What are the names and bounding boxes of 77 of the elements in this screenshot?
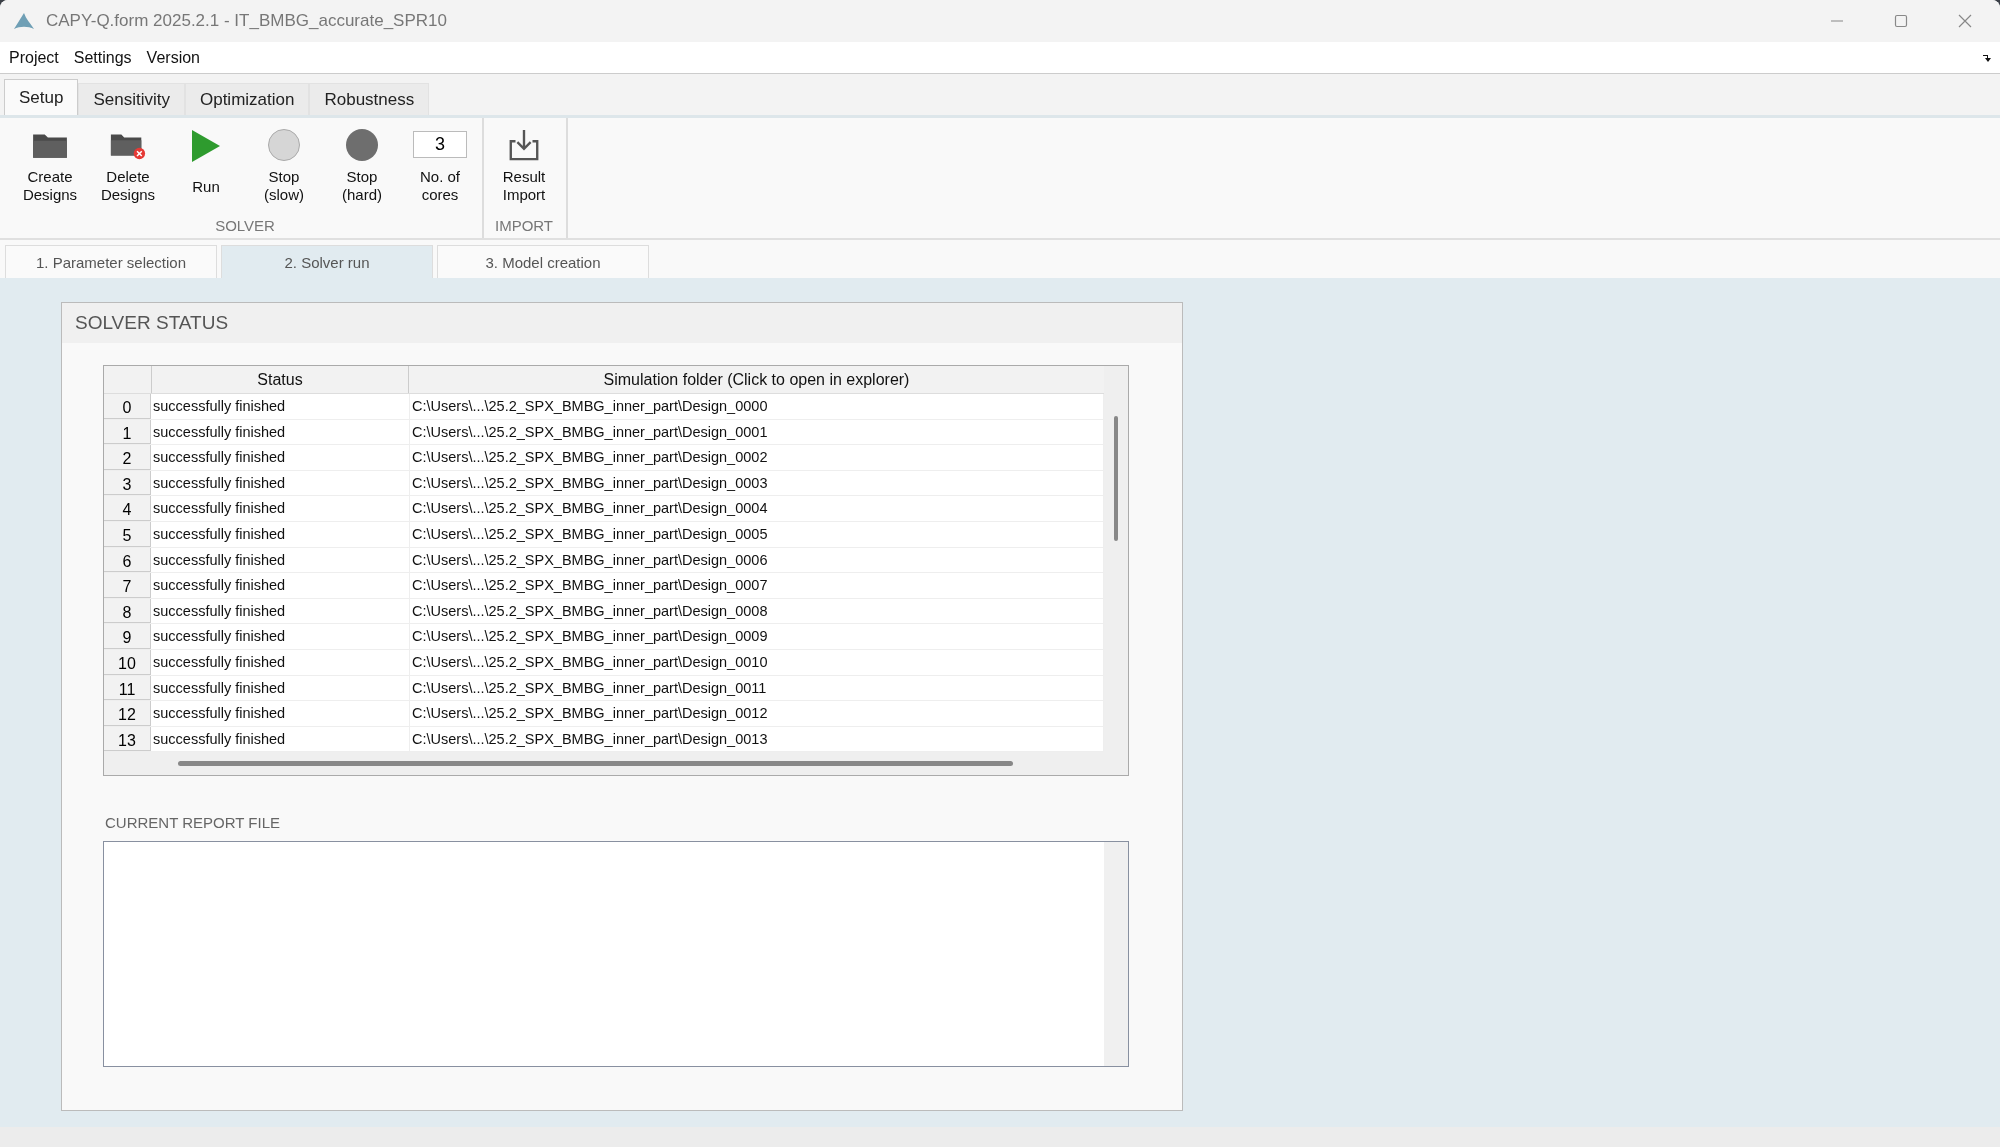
ribbon-tab[interactable]: Setup [4, 79, 79, 115]
window-title: CAPY-Q.form 2025.2.1 - IT_BMBG_accurate_SPR10 [46, 11, 447, 31]
table-cell: successfully finished [151, 521, 410, 547]
cores-field[interactable]: 3 [413, 131, 467, 158]
app-logo-icon [12, 11, 36, 31]
menu-item[interactable]: Project [0, 48, 59, 67]
table-cell: successfully finished [151, 419, 410, 445]
toolbar-button[interactable]: Result Import [490, 128, 558, 204]
folder-link[interactable]: C:\Users\...\25.2_SPX_BMBG_inner_part\Design_0013 [410, 726, 1104, 752]
row-header: 3 [104, 470, 151, 496]
circle-icon [343, 128, 381, 162]
cores-label: No. of cores [420, 168, 460, 204]
table-cell: successfully finished [151, 624, 410, 649]
folder-link[interactable]: C:\Users\...\25.2_SPX_BMBG_inner_part\Design_0005 [410, 521, 1104, 547]
table-cell: successfully finished [151, 445, 410, 470]
folder-link[interactable]: C:\Users\...\25.2_SPX_BMBG_inner_part\Design_0002 [410, 445, 1104, 470]
row-header: 6 [104, 547, 151, 573]
table-cell: successfully finished [151, 726, 410, 752]
step-tab[interactable]: 1. Parameter selection [5, 245, 217, 278]
group-label: IMPORT [494, 217, 554, 234]
close-icon[interactable] [1958, 14, 1972, 28]
menu-item[interactable]: Settings [64, 48, 132, 67]
row-header: 8 [104, 598, 151, 624]
toolbar-button[interactable]: Create Designs [16, 128, 84, 204]
folder-link[interactable]: C:\Users\...\25.2_SPX_BMBG_inner_part\Design_0004 [410, 496, 1104, 521]
toolbar-button[interactable]: Delete Designs [94, 128, 162, 204]
folder-link[interactable]: C:\Users\...\25.2_SPX_BMBG_inner_part\Design_0003 [410, 470, 1104, 496]
folder-link[interactable]: C:\Users\...\25.2_SPX_BMBG_inner_part\Design_0009 [410, 624, 1104, 649]
toolbar-button[interactable]: Stop (hard) [328, 128, 396, 204]
folder-link[interactable]: C:\Users\...\25.2_SPX_BMBG_inner_part\Design_0000 [410, 394, 1104, 419]
step-tab[interactable]: 2. Solver run [221, 245, 433, 278]
menu-item[interactable]: Version [137, 48, 200, 67]
row-header: 11 [104, 675, 151, 701]
row-header: 10 [104, 649, 151, 675]
folder-link[interactable]: C:\Users\...\25.2_SPX_BMBG_inner_part\Design_0011 [410, 675, 1104, 701]
table-cell: successfully finished [151, 496, 410, 521]
folder-link[interactable]: C:\Users\...\25.2_SPX_BMBG_inner_part\Design_0010 [410, 649, 1104, 675]
arrow-icon[interactable] [1982, 52, 1992, 63]
row-header: 13 [104, 726, 151, 752]
folder-link[interactable]: C:\Users\...\25.2_SPX_BMBG_inner_part\Design_0012 [410, 701, 1104, 726]
toolbar-button[interactable]: Stop (slow) [250, 128, 318, 204]
row-header: 9 [104, 624, 151, 649]
group-label: SOLVER [215, 217, 275, 234]
table-cell: successfully finished [151, 675, 410, 701]
table-cell: successfully finished [151, 394, 410, 419]
row-header: 0 [104, 394, 151, 419]
row-header: 1 [104, 419, 151, 445]
play-icon [190, 128, 222, 164]
row-header: 12 [104, 701, 151, 726]
row-header: 4 [104, 496, 151, 521]
row-header: 2 [104, 445, 151, 470]
maximize-icon[interactable] [1894, 14, 1908, 28]
table-cell: successfully finished [151, 701, 410, 726]
folder-link[interactable]: C:\Users\...\25.2_SPX_BMBG_inner_part\Design_0006 [410, 547, 1104, 573]
scrollbar-thumb[interactable] [178, 761, 1013, 766]
folder-link[interactable]: C:\Users\...\25.2_SPX_BMBG_inner_part\Design_0008 [410, 598, 1104, 624]
row-header: 5 [104, 521, 151, 547]
column-header[interactable]: Status [152, 366, 409, 393]
table-cell: successfully finished [151, 598, 410, 624]
table-cell: successfully finished [151, 649, 410, 675]
ribbon-tab[interactable]: Sensitivity [78, 83, 185, 115]
step-tab[interactable]: 3. Model creation [437, 245, 649, 278]
ribbon-tab[interactable]: Robustness [309, 83, 430, 115]
table-cell: successfully finished [151, 547, 410, 573]
folder-link[interactable]: C:\Users\...\25.2_SPX_BMBG_inner_part\Design_0001 [410, 419, 1104, 445]
report-label: CURRENT REPORT FILE [105, 814, 282, 831]
column-header[interactable]: Simulation folder (Click to open in explorer) [409, 366, 1104, 393]
folder-link[interactable]: C:\Users\...\25.2_SPX_BMBG_inner_part\Design_0007 [410, 573, 1104, 598]
toolbar-button[interactable]: Run [172, 128, 240, 204]
report-text-area[interactable] [103, 841, 1129, 1067]
table-cell: successfully finished [151, 573, 410, 598]
scrollbar-thumb[interactable] [1114, 416, 1118, 541]
panel-title: SOLVER STATUS [62, 303, 1182, 343]
row-header: 7 [104, 573, 151, 598]
ribbon-tab[interactable]: Optimization [184, 83, 310, 115]
circle-icon [265, 128, 303, 162]
table-cell: successfully finished [151, 470, 410, 496]
